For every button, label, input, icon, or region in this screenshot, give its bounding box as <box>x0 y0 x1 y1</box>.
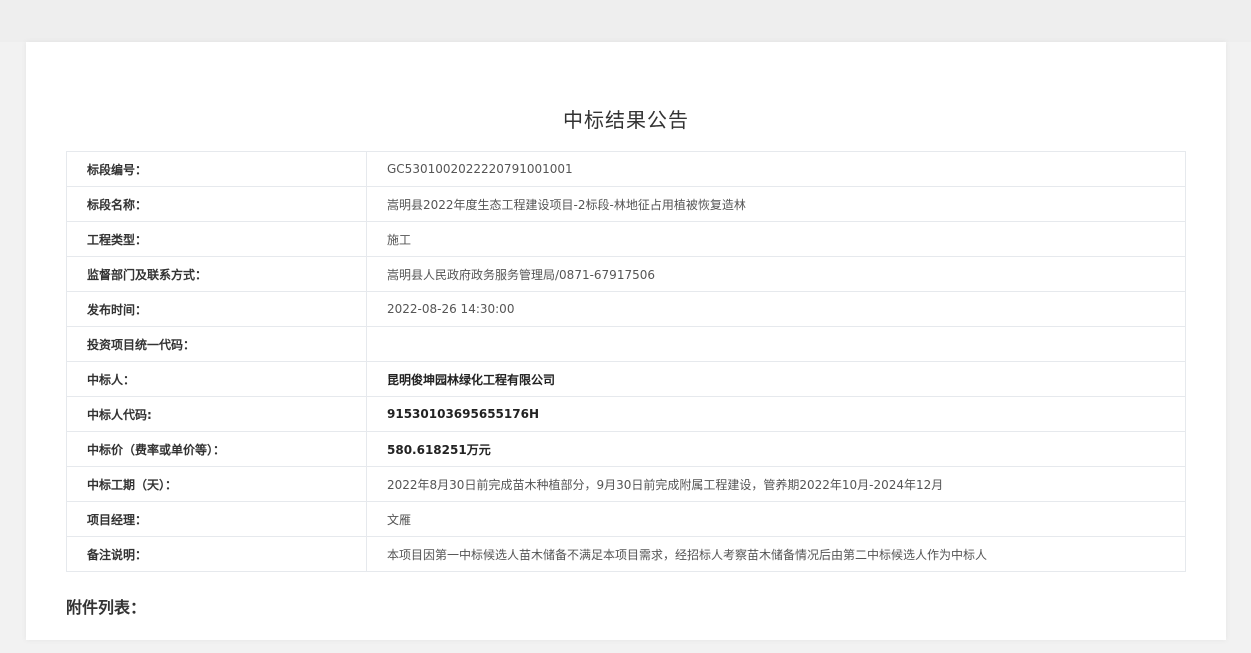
row-label-winning-price: 中标价（费率或单价等）： <box>66 431 367 467</box>
row-label-section-number: 标段编号： <box>66 151 367 187</box>
table-row: 监督部门及联系方式： 嵩明县人民政府政务服务管理局/0871-67917506 <box>66 256 1186 292</box>
table-row: 投资项目统一代码： <box>66 326 1186 362</box>
row-value-duration: 2022年8月30日前完成苗木种植部分，9月30日前完成附属工程建设，管养期20… <box>366 466 1186 502</box>
row-value-winner-code: 91530103695655176H <box>366 396 1186 432</box>
row-label-remarks: 备注说明： <box>66 536 367 572</box>
row-label-project-code: 投资项目统一代码： <box>66 326 367 362</box>
row-value-section-name: 嵩明县2022年度生态工程建设项目-2标段-林地征占用植被恢复造林 <box>366 186 1186 222</box>
page-title: 中标结果公告 <box>563 108 689 132</box>
row-label-project-manager: 项目经理： <box>66 501 367 537</box>
table-row: 标段编号： GC5301002022220791001001 <box>66 151 1186 187</box>
table-row: 中标人： 昆明俊坤园林绿化工程有限公司 <box>66 361 1186 397</box>
table-row: 工程类型： 施工 <box>66 221 1186 257</box>
info-table: 标段编号： GC5301002022220791001001 标段名称： 嵩明县… <box>66 151 1186 572</box>
row-label-publish-time: 发布时间： <box>66 291 367 327</box>
table-row: 中标价（费率或单价等）： 580.618251万元 <box>66 431 1186 467</box>
row-label-section-name: 标段名称： <box>66 186 367 222</box>
row-label-winner-code: 中标人代码: <box>66 396 367 432</box>
row-value-section-number: GC5301002022220791001001 <box>366 151 1186 187</box>
top-strip <box>0 0 1251 42</box>
table-row: 标段名称： 嵩明县2022年度生态工程建设项目-2标段-林地征占用植被恢复造林 <box>66 186 1186 222</box>
row-label-supervisor: 监督部门及联系方式： <box>66 256 367 292</box>
table-row: 发布时间： 2022-08-26 14:30:00 <box>66 291 1186 327</box>
table-row: 备注说明： 本项目因第一中标候选人苗木储备不满足本项目需求，经招标人考察苗木储备… <box>66 536 1186 572</box>
table-row: 项目经理： 文雁 <box>66 501 1186 537</box>
row-value-publish-time: 2022-08-26 14:30:00 <box>366 291 1186 327</box>
attachments-heading: 附件列表： <box>66 598 147 617</box>
row-label-winner: 中标人： <box>66 361 367 397</box>
row-value-project-manager: 文雁 <box>366 501 1186 537</box>
table-row: 中标工期（天）： 2022年8月30日前完成苗木种植部分，9月30日前完成附属工… <box>66 466 1186 502</box>
row-value-project-code <box>366 326 1186 362</box>
table-row: 中标人代码: 91530103695655176H <box>66 396 1186 432</box>
row-value-project-type: 施工 <box>366 221 1186 257</box>
row-value-supervisor: 嵩明县人民政府政务服务管理局/0871-67917506 <box>366 256 1186 292</box>
row-value-remarks: 本项目因第一中标候选人苗木储备不满足本项目需求，经招标人考察苗木储备情况后由第二… <box>366 536 1186 572</box>
row-value-winner: 昆明俊坤园林绿化工程有限公司 <box>366 361 1186 397</box>
row-value-winning-price: 580.618251万元 <box>366 431 1186 467</box>
announcement-card: 中标结果公告 标段编号： GC5301002022220791001001 标段… <box>26 42 1226 640</box>
row-label-project-type: 工程类型： <box>66 221 367 257</box>
row-label-duration: 中标工期（天）： <box>66 466 367 502</box>
